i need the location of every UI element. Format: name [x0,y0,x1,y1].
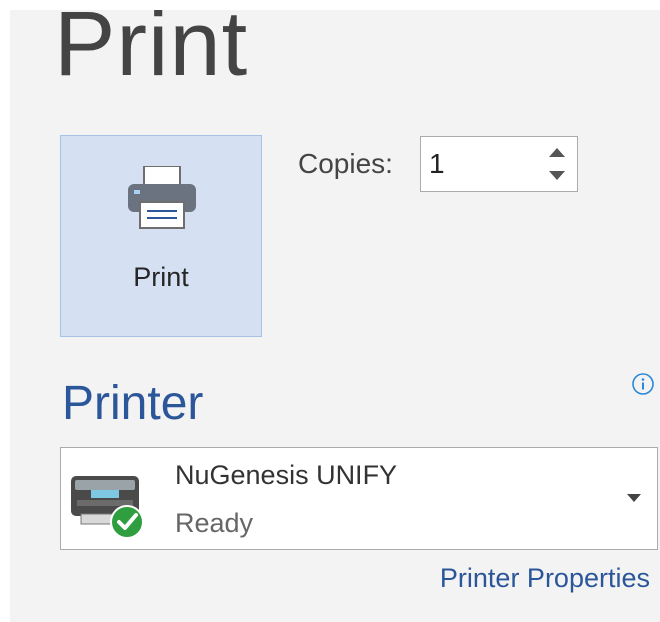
printer-device-icon [71,476,144,539]
chevron-down-icon [627,494,641,502]
print-button[interactable]: Print [60,135,262,337]
info-icon[interactable] [631,372,655,396]
print-button-label: Print [133,262,189,292]
printer-status: Ready [175,508,254,538]
spin-down-icon[interactable] [547,169,567,183]
printer-dropdown[interactable]: NuGenesis UNIFY Ready [60,447,658,550]
print-panel: Print Print Copies: Printer [10,10,660,622]
printer-name: NuGenesis UNIFY [175,460,398,490]
spin-up-icon[interactable] [547,145,567,159]
printer-icon [128,166,196,229]
copies-stepper [420,136,578,192]
printer-properties-link[interactable]: Printer Properties [440,563,650,594]
copies-label: Copies: [298,148,393,179]
printer-section-title: Printer [62,377,204,430]
copies-input[interactable] [429,147,529,181]
page-title: Print [54,10,249,95]
